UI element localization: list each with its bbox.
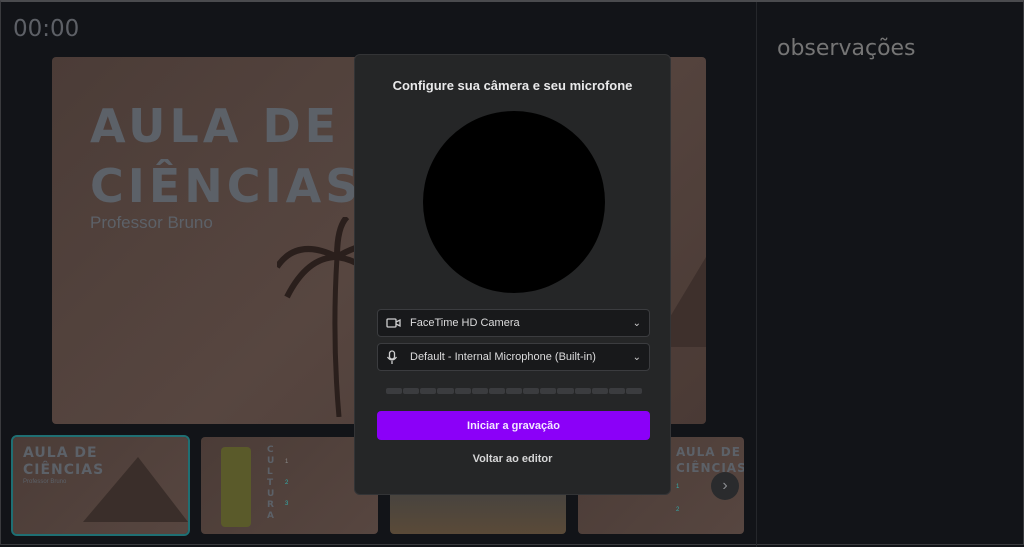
anubis-illustration — [221, 447, 251, 527]
camera-select[interactable]: FaceTime HD Camera ⌄ — [377, 309, 650, 337]
notes-panel — [756, 2, 1024, 547]
thumb-title-line1: AULA DE — [676, 445, 741, 459]
notes-input[interactable] — [777, 36, 1017, 61]
chevron-down-icon: ⌄ — [632, 317, 641, 329]
microphone-select[interactable]: Default - Internal Microphone (Built-in)… — [377, 343, 650, 371]
chevron-down-icon: ⌄ — [632, 351, 641, 363]
thumb-subtitle: Professor Bruno — [23, 479, 67, 485]
slide-thumbnail-1[interactable]: AULA DE CIÊNCIAS Professor Bruno — [11, 435, 190, 536]
camera-setup-dialog: Configure sua câmera e seu microfone Fac… — [354, 54, 671, 495]
slide-title-line2: CIÊNCIAS — [90, 159, 363, 213]
slide-title-line1: AULA DE — [90, 99, 341, 153]
audio-level-segment — [420, 388, 437, 394]
audio-level-segment — [488, 388, 505, 394]
audio-level-segment — [608, 388, 625, 394]
microphone-select-value: Default - Internal Microphone (Built-in) — [410, 351, 596, 363]
camera-icon — [386, 317, 402, 329]
audio-level-segment — [505, 388, 523, 394]
slide-subtitle: Professor Bruno — [90, 213, 213, 232]
camera-select-value: FaceTime HD Camera — [410, 317, 520, 329]
audio-level-segment — [454, 388, 471, 394]
chevron-right-icon: › — [722, 477, 728, 494]
start-recording-button[interactable]: Iniciar a gravação — [377, 411, 650, 440]
camera-preview — [423, 111, 605, 293]
microphone-icon — [386, 349, 402, 365]
next-slides-button[interactable]: › — [711, 472, 739, 500]
audio-level-segment — [437, 388, 454, 394]
audio-level-segment — [574, 388, 591, 394]
slide-thumbnail-2[interactable]: CULTURA 1 2 3 — [201, 437, 378, 534]
recording-timer: 00:00 — [13, 16, 80, 42]
audio-level-meter — [386, 388, 643, 394]
audio-level-segment — [386, 388, 403, 394]
thumb-number: 2 — [676, 507, 680, 513]
thumb-vertical-title: CULTURA — [267, 445, 276, 521]
thumb-number: 1 — [285, 459, 289, 465]
audio-level-segment — [471, 388, 488, 394]
audio-level-segment — [403, 388, 420, 394]
audio-level-segment — [557, 388, 574, 394]
thumb-number: 1 — [676, 484, 680, 490]
thumb-number: 3 — [285, 501, 289, 507]
audio-level-segment — [540, 388, 557, 394]
pyramid-illustration — [83, 457, 188, 522]
thumb-number: 2 — [285, 480, 289, 486]
audio-level-segment — [591, 388, 608, 394]
audio-level-segment — [625, 388, 643, 394]
dialog-title: Configure sua câmera e seu microfone — [392, 78, 633, 93]
audio-level-segment — [523, 388, 540, 394]
thumb-title-line2: CIÊNCIAS — [676, 461, 744, 475]
back-to-editor-link[interactable]: Voltar ao editor — [355, 453, 670, 465]
